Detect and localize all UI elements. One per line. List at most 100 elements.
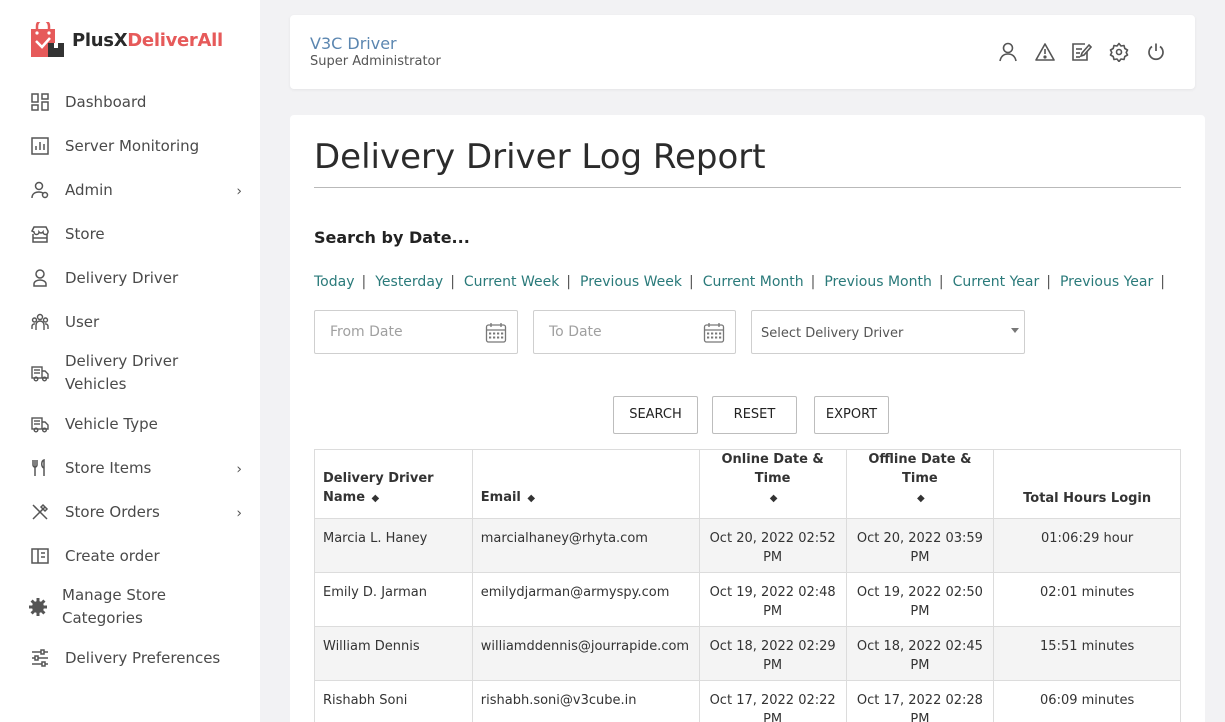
- range-previous-week[interactable]: Previous Week: [580, 274, 682, 290]
- brand-name-part2: DeliverAll: [127, 29, 223, 51]
- range-separator: |: [1046, 274, 1051, 290]
- header-tools: [997, 41, 1167, 63]
- range-current-month[interactable]: Current Month: [703, 274, 804, 290]
- sidebar-item-delivery-driver[interactable]: Delivery Driver: [0, 256, 260, 300]
- quick-date-ranges: Today | Yesterday | Current Week | Previous…: [314, 274, 1174, 290]
- chart-icon: [30, 136, 50, 156]
- cell-email: marcialhaney@rhyta.com: [471, 518, 700, 573]
- sidebar-item-label: Delivery Preferences: [65, 648, 221, 667]
- chevron-right-icon: ›: [236, 183, 242, 200]
- sidebar-item-label: Delivery Driver: [65, 268, 179, 287]
- column-header-label: Offline Date & Time: [868, 452, 972, 486]
- to-date-input[interactable]: To Date: [533, 310, 736, 354]
- chevron-right-icon: ›: [236, 461, 242, 478]
- sidebar-item-label: Create order: [65, 546, 160, 565]
- sidebar-item-manage-store-categories[interactable]: Manage Store Categories: [0, 578, 260, 636]
- gear-category-icon: [28, 597, 48, 617]
- settings-icon[interactable]: [1108, 41, 1130, 63]
- driver-select[interactable]: Select Delivery Driver: [751, 310, 1025, 354]
- sort-icon[interactable]: ◆: [372, 493, 380, 504]
- cell-driver-name: Emily D. Jarman: [314, 572, 473, 627]
- main-panel: Delivery Driver Log Report Search by Dat…: [290, 115, 1205, 722]
- search-heading: Search by Date...: [314, 228, 470, 247]
- dropdown-caret-icon: [1011, 328, 1019, 333]
- profile-icon[interactable]: [997, 41, 1019, 63]
- cell-driver-name: Marcia L. Haney: [314, 518, 473, 573]
- users-icon: [30, 312, 50, 332]
- from-date-placeholder: From Date: [330, 324, 403, 340]
- fork-knife-icon: [30, 458, 50, 478]
- column-header-driver-name[interactable]: Delivery Driver Name ◆: [314, 449, 473, 519]
- range-separator: |: [689, 274, 694, 290]
- sidebar-item-admin[interactable]: Admin ›: [0, 168, 260, 212]
- cell-offline: Oct 17, 2022 02:28 PM: [845, 680, 995, 722]
- cell-total-hours: 02:01 minutes: [993, 572, 1181, 627]
- range-current-year[interactable]: Current Year: [953, 274, 1040, 290]
- column-header-total-hours: Total Hours Login: [993, 449, 1181, 519]
- sidebar-item-create-order[interactable]: Create order: [0, 534, 260, 578]
- cell-driver-name: William Dennis: [314, 626, 473, 681]
- sidebar-item-store-items[interactable]: Store Items ›: [0, 446, 260, 490]
- range-separator: |: [361, 274, 367, 290]
- range-separator: |: [938, 274, 944, 290]
- sidebar-item-label: Store Orders: [65, 502, 160, 521]
- export-button[interactable]: EXPORT: [814, 396, 889, 434]
- sidebar-item-store-orders[interactable]: Store Orders ›: [0, 490, 260, 534]
- shopping-bag-logo-icon: [30, 18, 66, 58]
- vehicle-icon: [30, 363, 50, 383]
- column-header-offline[interactable]: Offline Date & Time ◆: [845, 449, 995, 519]
- sidebar-item-label: Vehicle Type: [65, 414, 158, 433]
- cell-offline: Oct 18, 2022 02:45 PM: [845, 626, 995, 681]
- range-today[interactable]: Today: [314, 274, 355, 290]
- sort-icon[interactable]: ◆: [917, 493, 925, 504]
- calendar-icon[interactable]: [485, 322, 507, 344]
- cell-online: Oct 20, 2022 02:52 PM: [698, 518, 847, 573]
- sidebar-item-store[interactable]: Store: [0, 212, 260, 256]
- utensils-cross-icon: [30, 502, 50, 522]
- driver-select-value: Select Delivery Driver: [761, 326, 904, 341]
- cell-offline: Oct 19, 2022 02:50 PM: [845, 572, 995, 627]
- table-row: Rishabh Soni rishabh.soni@v3cube.in Oct …: [314, 680, 1181, 722]
- calendar-icon[interactable]: [703, 322, 725, 344]
- cell-online: Oct 17, 2022 02:22 PM: [698, 680, 847, 722]
- range-previous-year[interactable]: Previous Year: [1060, 274, 1153, 290]
- sidebar-item-label: User: [65, 312, 100, 331]
- table-row: Marcia L. Haney marcialhaney@rhyta.com O…: [314, 518, 1181, 573]
- brand-logo[interactable]: PlusXDeliverAll: [30, 18, 223, 58]
- column-header-online[interactable]: Online Date & Time ◆: [698, 449, 847, 519]
- edit-icon[interactable]: [1071, 41, 1093, 63]
- sidebar-item-delivery-driver-vehicles[interactable]: Delivery Driver Vehicles: [0, 344, 260, 402]
- column-header-email[interactable]: Email ◆: [471, 449, 700, 519]
- top-header: V3C Driver Super Administrator: [290, 15, 1195, 89]
- vehicle-type-icon: [30, 414, 50, 434]
- search-button[interactable]: SEARCH: [613, 396, 698, 434]
- sidebar-item-vehicle-type[interactable]: Vehicle Type: [0, 402, 260, 446]
- page-title: Delivery Driver Log Report: [314, 137, 766, 177]
- range-separator: |: [1160, 274, 1165, 290]
- sidebar-item-label: Dashboard: [65, 92, 147, 111]
- sidebar-item-label: Manage Store Categories: [62, 586, 166, 627]
- alert-icon[interactable]: [1034, 41, 1056, 63]
- sidebar-item-label: Store: [65, 224, 105, 243]
- range-previous-month[interactable]: Previous Month: [824, 274, 932, 290]
- user-role: Super Administrator: [310, 54, 441, 69]
- from-date-input[interactable]: From Date: [314, 310, 518, 354]
- to-date-placeholder: To Date: [549, 324, 602, 340]
- column-header-label: Online Date & Time: [721, 452, 824, 486]
- create-order-icon: [30, 546, 50, 566]
- power-icon[interactable]: [1145, 41, 1167, 63]
- range-yesterday[interactable]: Yesterday: [375, 274, 443, 290]
- sidebar-item-user[interactable]: User: [0, 300, 260, 344]
- sidebar-item-delivery-preferences[interactable]: Delivery Preferences: [0, 636, 260, 680]
- range-separator: |: [566, 274, 572, 290]
- sort-icon[interactable]: ◆: [770, 493, 778, 504]
- sort-icon[interactable]: ◆: [527, 493, 535, 504]
- sidebar-item-dashboard[interactable]: Dashboard: [0, 80, 260, 124]
- range-separator: |: [810, 274, 816, 290]
- table-row: Emily D. Jarman emilydjarman@armyspy.com…: [314, 572, 1181, 627]
- sidebar-item-label: Delivery Driver Vehicles: [65, 352, 179, 393]
- reset-button[interactable]: RESET: [712, 396, 797, 434]
- sidebar-item-server-monitoring[interactable]: Server Monitoring: [0, 124, 260, 168]
- user-name: V3C Driver: [310, 34, 397, 53]
- range-current-week[interactable]: Current Week: [464, 274, 559, 290]
